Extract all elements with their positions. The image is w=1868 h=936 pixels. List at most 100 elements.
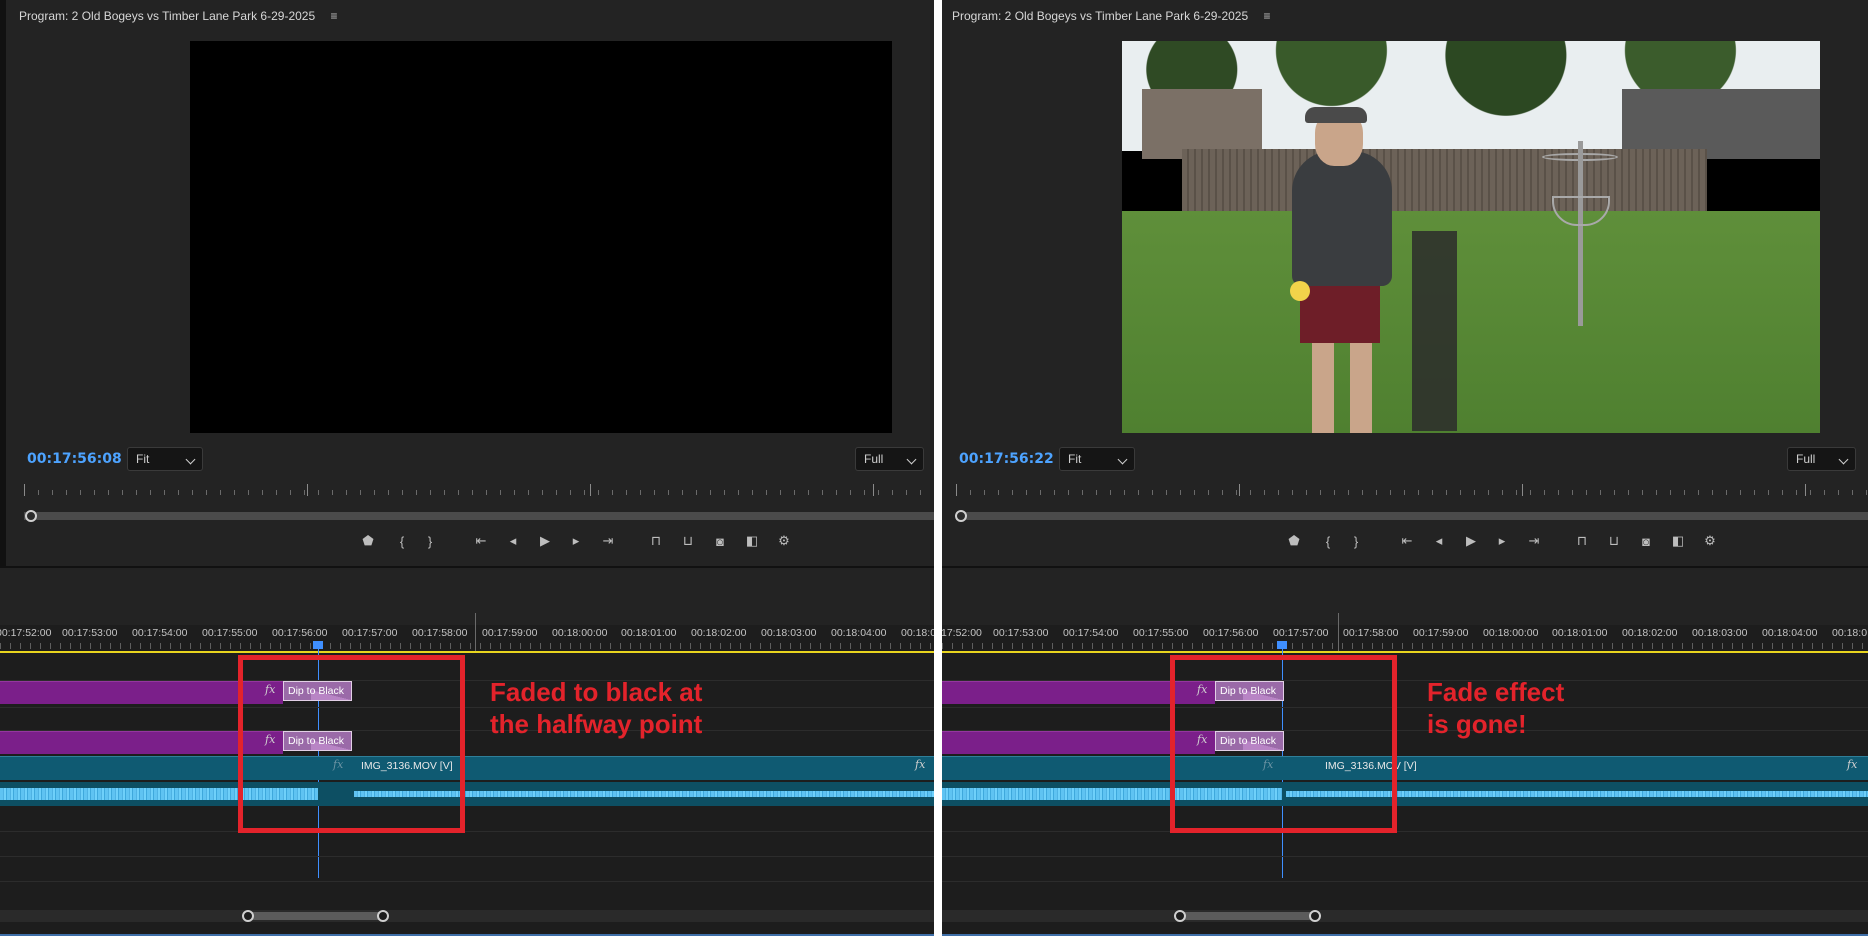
- annotation-line: the halfway point: [490, 709, 703, 739]
- video-clip-v1[interactable]: [0, 756, 934, 780]
- timeline-horizontal-scrollbar[interactable]: [942, 910, 1868, 922]
- playhead-handle[interactable]: [1277, 641, 1287, 649]
- video-scene-leg: [1350, 341, 1372, 433]
- tick-label: 00:18:02:00: [1622, 627, 1678, 639]
- tick-label: 00:18:0: [1832, 627, 1868, 639]
- fx-badge[interactable]: fx: [915, 758, 925, 771]
- playback-resolution-select[interactable]: Full: [1787, 447, 1856, 471]
- playhead-timecode[interactable]: 00:17:56:08: [27, 451, 122, 467]
- timeline-header: [942, 568, 1868, 625]
- settings-icon[interactable]: ⚙: [773, 531, 795, 551]
- audio-clip-a1[interactable]: [0, 782, 934, 806]
- tick-label: 00:17:55:00: [1133, 627, 1189, 639]
- camera-icon[interactable]: ◙: [1635, 531, 1657, 551]
- chevron-down-icon: [1838, 454, 1849, 465]
- lift-icon[interactable]: ⊓: [645, 531, 667, 551]
- mark-out-icon[interactable]: }: [1345, 531, 1367, 551]
- monitor-scrub-bar[interactable]: [956, 512, 1868, 520]
- tick-label: 00:17:57:00: [342, 627, 398, 639]
- hamburger-menu-icon[interactable]: ≡: [1264, 9, 1271, 23]
- playhead-timecode[interactable]: 00:17:56:22: [959, 451, 1054, 467]
- playback-resolution-value: Full: [1796, 452, 1816, 466]
- video-scene-grass: [1122, 211, 1820, 433]
- extract-icon[interactable]: ⊔: [677, 531, 699, 551]
- marker-icon[interactable]: ⬟: [357, 531, 379, 551]
- tick-label: 00:18:00:00: [552, 627, 608, 639]
- track-separator: [0, 881, 934, 882]
- annotation-line: Fade effect: [1427, 677, 1565, 707]
- timeline-tick-labels: 17:52:00 00:17:53:00 00:17:54:00 00:17:5…: [942, 627, 1868, 641]
- tick-label: 00:17:56:00: [272, 627, 328, 639]
- marker-icon[interactable]: ⬟: [1283, 531, 1305, 551]
- compare-icon[interactable]: ◧: [1667, 531, 1689, 551]
- play-icon[interactable]: ▶: [1460, 531, 1482, 551]
- zoom-fit-value: Fit: [136, 452, 150, 466]
- transport-controls: ⬟ { } ⇤ ◂ ▶ ▸ ⇥ ⊓ ⊔ ◙ ◧ ⚙: [942, 531, 1868, 551]
- go-to-in-icon[interactable]: ⇤: [1396, 531, 1418, 551]
- tick-label: 00:18:04:00: [831, 627, 887, 639]
- timeline-header: [0, 568, 934, 625]
- step-back-icon[interactable]: ◂: [502, 531, 524, 551]
- track-separator: [0, 856, 934, 857]
- compare-icon[interactable]: ◧: [741, 531, 763, 551]
- mark-in-icon[interactable]: {: [1317, 531, 1339, 551]
- program-monitor: Program: 2 Old Bogeys vs Timber Lane Par…: [0, 0, 934, 566]
- mark-out-icon[interactable]: }: [419, 531, 441, 551]
- hamburger-menu-icon[interactable]: ≡: [331, 9, 338, 23]
- step-forward-icon[interactable]: ▸: [565, 531, 587, 551]
- zoom-handle-left[interactable]: [1174, 910, 1186, 922]
- tick-label: 00:17:54:00: [1063, 627, 1119, 639]
- settings-icon[interactable]: ⚙: [1699, 531, 1721, 551]
- timeline-panel: 00:17:52:00 00:17:53:00 00:17:54:00 00:1…: [0, 566, 934, 936]
- annotation-text: Fade effect is gone!: [1427, 676, 1564, 740]
- timeline-zoom-bar[interactable]: [248, 912, 383, 920]
- extract-icon[interactable]: ⊔: [1603, 531, 1625, 551]
- tick-label: 00:17:54:00: [132, 627, 188, 639]
- chevron-down-icon: [1117, 454, 1128, 465]
- fx-badge[interactable]: fx: [1847, 758, 1857, 771]
- step-back-icon[interactable]: ◂: [1428, 531, 1450, 551]
- track-separator: [942, 707, 1868, 708]
- left-panel: Program: 2 Old Bogeys vs Timber Lane Par…: [0, 0, 934, 936]
- zoom-fit-select[interactable]: Fit: [1059, 447, 1135, 471]
- zoom-handle-left[interactable]: [242, 910, 254, 922]
- timeline-horizontal-scrollbar[interactable]: [0, 910, 934, 922]
- step-forward-icon[interactable]: ▸: [1491, 531, 1513, 551]
- tick-label: 00:17:57:00: [1273, 627, 1329, 639]
- timeline-zoom-bar[interactable]: [1180, 912, 1315, 920]
- tick-label: 00:17:55:00: [202, 627, 258, 639]
- track-separator: [0, 831, 934, 832]
- playhead-handle[interactable]: [313, 641, 323, 649]
- lift-icon[interactable]: ⊓: [1571, 531, 1593, 551]
- tick-label: 00:18:01:00: [1552, 627, 1608, 639]
- monitor-title-text: Program: 2 Old Bogeys vs Timber Lane Par…: [19, 9, 316, 23]
- tick-label: 00:17:59:00: [1413, 627, 1469, 639]
- monitor-scrub-handle[interactable]: [25, 510, 37, 522]
- monitor-scrub-bar[interactable]: [24, 512, 934, 520]
- zoom-fit-select[interactable]: Fit: [127, 447, 203, 471]
- transition-label: Dip to Black: [1220, 685, 1277, 697]
- zoom-handle-right[interactable]: [377, 910, 389, 922]
- monitor-scrub-handle[interactable]: [955, 510, 967, 522]
- go-to-out-icon[interactable]: ⇥: [1523, 531, 1545, 551]
- work-area-bar[interactable]: [0, 651, 934, 653]
- go-to-in-icon[interactable]: ⇤: [470, 531, 492, 551]
- audio-clip-a1[interactable]: [942, 782, 1868, 806]
- camera-icon[interactable]: ◙: [709, 531, 731, 551]
- go-to-out-icon[interactable]: ⇥: [597, 531, 619, 551]
- tick-label: 00:18:01:00: [621, 627, 677, 639]
- timeline-tick-labels: 00:17:52:00 00:17:53:00 00:17:54:00 00:1…: [0, 627, 934, 641]
- right-panel: Program: 2 Old Bogeys vs Timber Lane Par…: [942, 0, 1868, 936]
- highlight-box: [1170, 655, 1397, 833]
- zoom-handle-right[interactable]: [1309, 910, 1321, 922]
- video-scene-cart: [1412, 231, 1457, 431]
- playback-resolution-select[interactable]: Full: [855, 447, 924, 471]
- monitor-time-ruler-major: [24, 484, 934, 496]
- tick-label: 17:52:00: [942, 627, 982, 639]
- transition-label: Dip to Black: [288, 735, 345, 747]
- annotation-line: Faded to black at: [490, 677, 703, 707]
- mark-in-icon[interactable]: {: [391, 531, 413, 551]
- work-area-bar[interactable]: [942, 651, 1868, 653]
- play-icon[interactable]: ▶: [534, 531, 556, 551]
- tick-label: 00:18:0: [901, 627, 934, 639]
